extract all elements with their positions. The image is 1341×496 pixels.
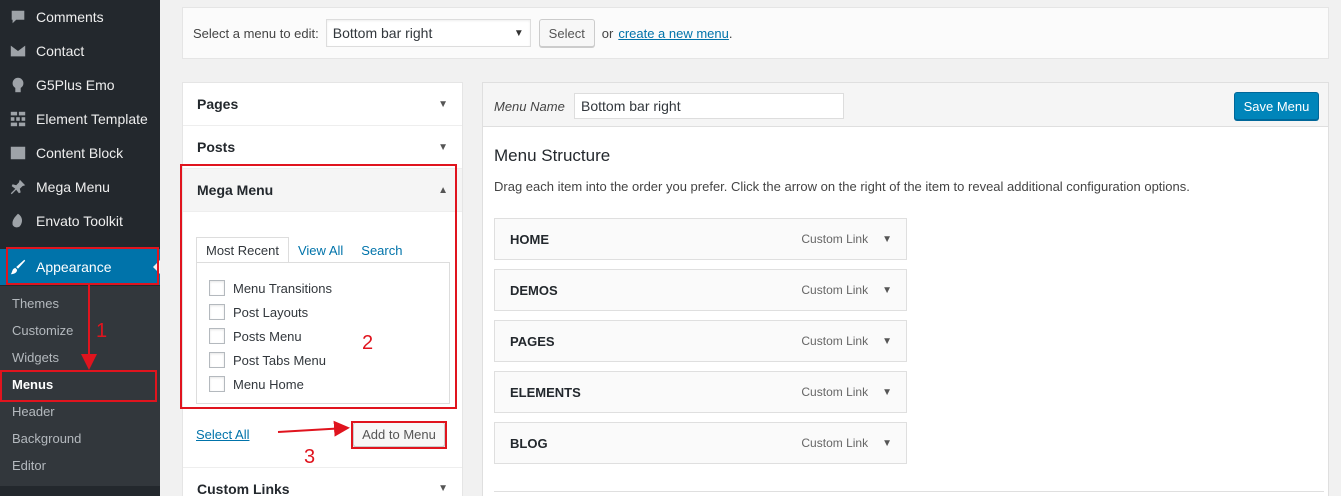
menu-item-demos[interactable]: DEMOS Custom Link ▼ (494, 269, 907, 311)
sidebar-item-label: G5Plus Emo (36, 77, 115, 93)
sidebar-item-element-template[interactable]: Element Template (0, 102, 160, 136)
sidebar-item-label: Content Block (36, 145, 124, 161)
caret-down-icon: ▼ (438, 98, 448, 110)
expand-arrow-icon[interactable]: ▼ (882, 438, 892, 449)
menu-item-title: DEMOS (510, 282, 558, 298)
sidebar-item-envato-toolkit[interactable]: Envato Toolkit (0, 204, 160, 238)
accordion-title: Custom Links (197, 480, 290, 496)
grid-icon (0, 110, 36, 128)
divider (494, 491, 1324, 492)
submenu-item-editor[interactable]: Editor (12, 458, 46, 473)
sidebar-item-content-block[interactable]: Content Block (0, 136, 160, 170)
sidebar-item-mega-menu[interactable]: Mega Menu (0, 170, 160, 204)
lightbulb-icon (0, 76, 36, 94)
submenu-item-background[interactable]: Background (12, 431, 81, 446)
sidebar-item-label: Mega Menu (36, 179, 110, 195)
create-new-menu-link[interactable]: create a new menu (618, 26, 729, 41)
sidebar-item-label: Element Template (36, 111, 148, 127)
menu-item-type: Custom Link (801, 334, 869, 348)
accordion-section-pages[interactable]: Pages ▼ (183, 83, 462, 126)
select-menu-bar: Select a menu to edit: Bottom bar right … (182, 7, 1329, 59)
sidebar-item-label: Comments (36, 9, 104, 25)
accordion-title: Pages (197, 96, 239, 112)
menu-item-type: Custom Link (801, 232, 869, 246)
caret-down-icon: ▼ (438, 483, 448, 494)
menu-select-dropdown[interactable]: Bottom bar right ▼ (325, 19, 531, 47)
leaf-icon (0, 212, 36, 230)
menu-item-blog[interactable]: BLOG Custom Link ▼ (494, 422, 907, 464)
expand-arrow-icon[interactable]: ▼ (882, 387, 892, 398)
menu-item-title: PAGES (510, 333, 555, 349)
menu-editor-panel: Menu Name Bottom bar right Save Menu Men… (482, 82, 1329, 496)
sidebar-item-contact[interactable]: Contact (0, 34, 160, 68)
table-icon (0, 144, 36, 162)
menu-select-value: Bottom bar right (332, 25, 433, 41)
submenu-item-themes[interactable]: Themes (12, 296, 59, 311)
sidebar-item-label: Envato Toolkit (36, 213, 123, 229)
menu-item-type: Custom Link (801, 283, 869, 297)
menu-item-title: HOME (510, 231, 549, 247)
annotation-box-appearance (6, 247, 159, 285)
accordion-section-custom-links[interactable]: Custom Links ▼ (183, 467, 462, 496)
select-all-link[interactable]: Select All (196, 427, 249, 442)
sidebar-item-comments[interactable]: Comments (0, 0, 160, 34)
annotation-number-1: 1 (96, 320, 108, 342)
menu-item-elements[interactable]: ELEMENTS Custom Link ▼ (494, 371, 907, 413)
menu-item-type: Custom Link (801, 385, 869, 399)
expand-arrow-icon[interactable]: ▼ (882, 336, 892, 347)
caret-down-icon: ▼ (513, 27, 524, 39)
menu-item-title: ELEMENTS (510, 384, 581, 400)
submenu-item-header[interactable]: Header (12, 404, 55, 419)
submenu-item-widgets[interactable]: Widgets (12, 350, 59, 365)
accordion-title: Posts (197, 139, 236, 155)
period-text: . (728, 25, 733, 41)
or-text: or (601, 25, 614, 41)
mail-icon (0, 42, 36, 60)
sidebar-item-g5plus-emo[interactable]: G5Plus Emo (0, 68, 160, 102)
comment-icon (0, 8, 36, 26)
expand-arrow-icon[interactable]: ▼ (882, 234, 892, 245)
annotation-number-3: 3 (304, 446, 316, 468)
select-button[interactable]: Select (538, 19, 595, 47)
select-menu-label: Select a menu to edit: (193, 25, 319, 41)
caret-down-icon: ▼ (438, 141, 448, 153)
save-menu-button[interactable]: Save Menu (1234, 92, 1319, 120)
pin-icon (0, 178, 36, 196)
annotation-box-add-to-menu (351, 421, 447, 449)
annotation-number-2: 2 (362, 332, 374, 354)
menu-name-label: Menu Name (494, 99, 565, 114)
expand-arrow-icon[interactable]: ▼ (882, 285, 892, 296)
menu-item-pages[interactable]: PAGES Custom Link ▼ (494, 320, 907, 362)
sidebar-item-label: Contact (36, 43, 85, 59)
menu-structure-title: Menu Structure (494, 146, 611, 165)
menu-editor-header: Menu Name Bottom bar right Save Menu (483, 83, 1328, 127)
menu-structure-description: Drag each item into the order you prefer… (494, 179, 1190, 194)
annotation-box-mega-menu (180, 164, 457, 409)
accordion-section-posts[interactable]: Posts ▼ (183, 126, 462, 169)
menu-name-input[interactable]: Bottom bar right (574, 93, 844, 119)
submenu-item-customize[interactable]: Customize (12, 323, 73, 338)
menu-item-title: BLOG (510, 435, 548, 451)
menu-item-home[interactable]: HOME Custom Link ▼ (494, 218, 907, 260)
annotation-box-menus (0, 370, 157, 402)
menu-item-type: Custom Link (801, 436, 869, 450)
